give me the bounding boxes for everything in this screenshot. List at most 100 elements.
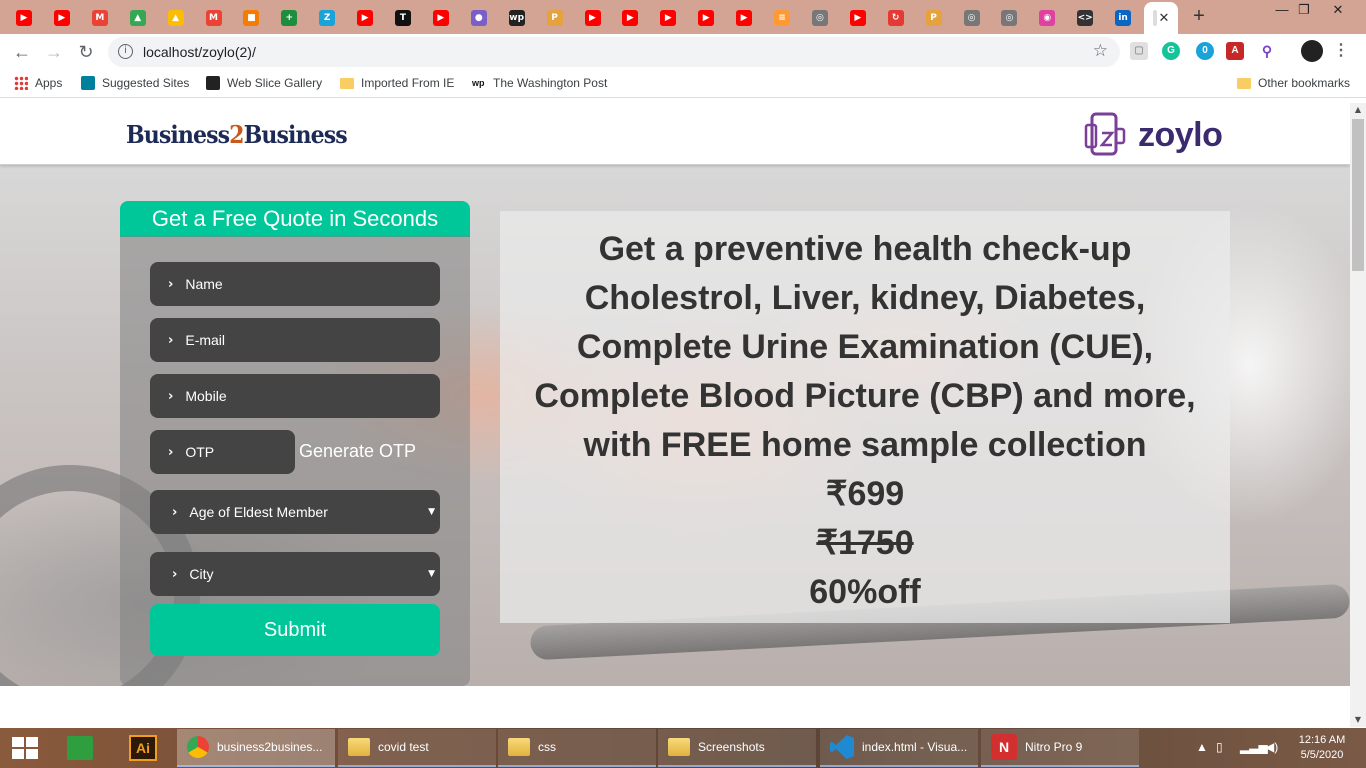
browser-tab[interactable]: ◉ (1028, 4, 1066, 32)
bookmark-apps[interactable]: Apps (14, 76, 62, 90)
browser-tab[interactable]: ▶ (422, 4, 460, 32)
browser-tab[interactable]: ▶ (574, 4, 612, 32)
bookmark-other[interactable]: Other bookmarks (1237, 76, 1350, 90)
browser-tab[interactable]: ↻ (877, 4, 915, 32)
globe-icon: ◎ (1001, 10, 1018, 26)
acrobat-icon[interactable]: A (1226, 42, 1244, 60)
browser-tab[interactable]: ≡ (763, 4, 801, 32)
browser-tab[interactable]: ■ (232, 4, 270, 32)
extension-badge-icon[interactable]: 0 (1196, 42, 1214, 60)
web-slice-icon (206, 76, 220, 90)
extension-reader-icon[interactable]: ▢ (1130, 42, 1148, 60)
business2business-logo[interactable]: Business2Business (126, 120, 348, 149)
grammarly-icon[interactable]: G (1162, 42, 1180, 60)
city-select[interactable]: › City ▼ (150, 552, 440, 596)
browser-tab[interactable]: ▶ (725, 4, 763, 32)
illustrator-icon[interactable]: Ai (127, 732, 159, 764)
taskbar-item-css[interactable]: css (498, 729, 656, 767)
scroll-down-icon[interactable]: ▼ (1350, 713, 1366, 727)
browser-tab[interactable]: <> (1066, 4, 1104, 32)
offer-headline: Get a preventive health check-up (598, 230, 1132, 268)
taskbar-item-nitro[interactable]: N Nitro Pro 9 (981, 729, 1139, 767)
profile-avatar[interactable] (1301, 40, 1323, 62)
browser-toolbar: ← → ↻ i localhost/zoylo(2)/ ☆ ▢ G 0 A ⚲ … (0, 34, 1366, 70)
chevron-right-icon: › (172, 566, 178, 582)
bookmark-washington-post[interactable]: wp The Washington Post (472, 76, 607, 90)
taskbar-item-label: business2busines... (217, 740, 323, 754)
chevron-right-icon: › (168, 276, 174, 292)
taskbar-item-vscode[interactable]: index.html - Visua... (820, 729, 978, 767)
chevron-right-icon: › (168, 388, 174, 404)
age-select[interactable]: › Age of Eldest Member ▼ (150, 490, 440, 534)
browser-tab[interactable]: P (915, 4, 953, 32)
device-icon[interactable]: ▯ (1216, 740, 1223, 754)
browser-tab[interactable]: ▶ (346, 4, 384, 32)
browser-tab[interactable]: M (81, 4, 119, 32)
volume-icon[interactable]: ◀) (1265, 740, 1278, 754)
browser-tab[interactable]: ▶ (839, 4, 877, 32)
url-text[interactable]: localhost/zoylo(2)/ (143, 44, 256, 60)
forward-button[interactable]: → (42, 41, 66, 63)
browser-tab[interactable]: wp (498, 4, 536, 32)
generate-otp-button[interactable]: Generate OTP (299, 441, 416, 462)
browser-tab[interactable]: ▲ (119, 4, 157, 32)
folder-icon (508, 738, 530, 756)
youtube-icon: ▶ (584, 10, 601, 26)
close-tab-icon[interactable]: ✕ (1159, 10, 1170, 26)
gmail-icon: M (205, 10, 222, 26)
taskbar-item-covid-test[interactable]: covid test (338, 729, 496, 767)
email-input[interactable]: › E-mail (150, 318, 440, 362)
washington-post-icon: wp (508, 10, 525, 26)
dropdown-arrow-icon: ▼ (428, 569, 435, 579)
browser-tab[interactable]: T (384, 4, 422, 32)
scrollbar-thumb[interactable] (1352, 119, 1364, 271)
browser-tab[interactable]: ● (460, 4, 498, 32)
windows-start-icon[interactable] (12, 737, 38, 759)
bookmark-imported-from-ie[interactable]: Imported From IE (340, 76, 454, 90)
bookmark-suggested-sites[interactable]: Suggested Sites (81, 76, 189, 90)
google-drive-icon: ▲ (129, 10, 146, 26)
store-icon[interactable] (64, 732, 96, 764)
submit-button[interactable]: Submit (150, 604, 440, 656)
browser-tab[interactable]: ◎ (801, 4, 839, 32)
browser-tab[interactable]: ◎ (953, 4, 991, 32)
taskbar-item-screenshots[interactable]: Screenshots (658, 729, 816, 767)
city-select-value: City (189, 566, 214, 582)
page-scrollbar[interactable]: ▲ ▼ (1350, 103, 1366, 727)
reload-button[interactable]: ↻ (74, 41, 98, 63)
vscode-icon (830, 735, 854, 759)
bookmark-star-icon[interactable]: ☆ (1093, 41, 1108, 61)
bookmark-web-slice-gallery[interactable]: Web Slice Gallery (206, 76, 322, 90)
browser-tab[interactable]: ▶ (43, 4, 81, 32)
system-clock[interactable]: 12:16 AM 5/5/2020 (1290, 733, 1354, 763)
address-bar[interactable]: i localhost/zoylo(2)/ ☆ (108, 37, 1120, 67)
browser-tab[interactable]: Z (308, 4, 346, 32)
browser-tab[interactable]: ◎ (990, 4, 1028, 32)
close-window-button[interactable]: ✕ (1318, 0, 1358, 20)
menu-kebab-icon[interactable]: ⋮ (1332, 42, 1350, 60)
scroll-up-icon[interactable]: ▲ (1350, 103, 1366, 117)
package-icon: ■ (243, 10, 260, 26)
otp-input[interactable]: › OTP (150, 430, 295, 474)
browser-tab[interactable]: P (536, 4, 574, 32)
search-extension-icon[interactable]: ⚲ (1258, 42, 1276, 60)
browser-tab[interactable]: ▶ (5, 4, 43, 32)
site-info-icon[interactable]: i (118, 44, 133, 59)
browser-tab[interactable]: ▶ (649, 4, 687, 32)
browser-tab[interactable]: M (195, 4, 233, 32)
mobile-input[interactable]: › Mobile (150, 374, 440, 418)
zoylo-logo[interactable]: zoylo (1082, 111, 1223, 159)
network-signal-icon[interactable]: ▂▃▅ (1240, 740, 1268, 754)
new-tab-button[interactable]: + (1188, 5, 1210, 27)
back-button[interactable]: ← (10, 41, 34, 63)
show-hidden-icons-icon[interactable]: ▲ (1196, 740, 1208, 754)
browser-tab[interactable]: ▶ (611, 4, 649, 32)
browser-tab[interactable]: + (270, 4, 308, 32)
tab-active[interactable]: ✕ (1144, 2, 1178, 34)
browser-tab[interactable]: ▶ (687, 4, 725, 32)
name-input[interactable]: › Name (150, 262, 440, 306)
taskbar-item-chrome[interactable]: business2busines... (177, 729, 335, 767)
browser-tab[interactable]: ▲ (157, 4, 195, 32)
browser-tab[interactable]: in (1104, 4, 1142, 32)
taskbar-item-label: Screenshots (698, 740, 765, 754)
